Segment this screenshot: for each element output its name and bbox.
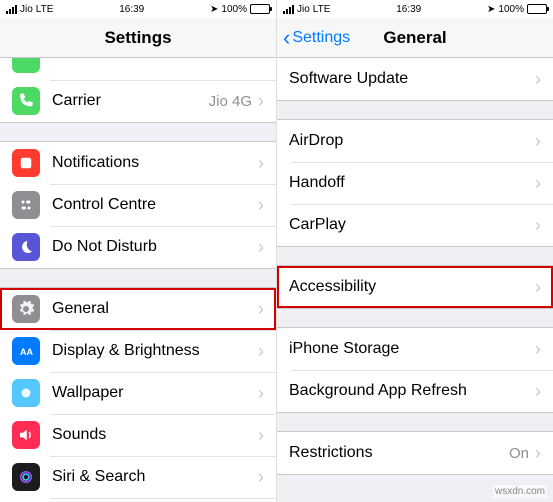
row-label: AirDrop [289,132,535,150]
gear-icon [12,295,40,323]
row-restrictions[interactable]: Restrictions On › [277,432,553,474]
notifications-icon [12,149,40,177]
network-type: LTE [36,4,54,15]
row-label: Do Not Disturb [52,238,258,256]
battery-percent: 100% [498,4,524,15]
chevron-icon: › [535,381,541,402]
row-display-brightness[interactable]: AA Display & Brightness › [0,330,276,372]
row-label: Background App Refresh [289,382,535,400]
signal-icon [6,5,17,14]
clock: 16:39 [396,4,421,15]
row-handoff[interactable]: Handoff › [277,162,553,204]
general-screen: Jio LTE 16:39 ➤ 100% ‹ Settings General … [276,0,553,502]
row-partial[interactable] [0,58,276,80]
row-touchid-passcode[interactable]: Touch ID & Passcode › [0,498,276,502]
settings-list[interactable]: Carrier Jio 4G › Notifications › Control… [0,58,276,502]
row-carrier[interactable]: Carrier Jio 4G › [0,80,276,122]
row-wallpaper[interactable]: Wallpaper › [0,372,276,414]
chevron-icon: › [258,383,264,404]
chevron-icon: › [258,237,264,258]
row-label: Siri & Search [52,468,258,486]
chevron-left-icon: ‹ [283,27,290,49]
chevron-icon: › [258,91,264,112]
row-do-not-disturb[interactable]: Do Not Disturb › [0,226,276,268]
page-title: Settings [104,28,171,48]
row-control-centre[interactable]: Control Centre › [0,184,276,226]
row-label: Wallpaper [52,384,258,402]
battery-icon [250,4,270,14]
watermark: wsxdn.com [493,485,547,498]
svg-text:AA: AA [20,347,33,357]
chevron-icon: › [535,443,541,464]
chevron-icon: › [535,69,541,90]
chevron-icon: › [535,339,541,360]
chevron-icon: › [258,467,264,488]
settings-screen: Jio LTE 16:39 ➤ 100% Settings Carrier Ji… [0,0,276,502]
chevron-icon: › [535,215,541,236]
row-label: iPhone Storage [289,340,535,358]
row-background-app-refresh[interactable]: Background App Refresh › [277,370,553,412]
chevron-icon: › [535,277,541,298]
row-label: Notifications [52,154,258,172]
status-bar: Jio LTE 16:39 ➤ 100% [277,0,553,18]
row-label: Carrier [52,92,209,110]
signal-icon [283,5,294,14]
display-icon: AA [12,337,40,365]
phone-icon [12,87,40,115]
location-icon: ➤ [210,4,218,15]
location-icon: ➤ [487,4,495,15]
row-software-update[interactable]: Software Update › [277,58,553,100]
back-button[interactable]: ‹ Settings [283,27,350,49]
row-label: Software Update [289,70,535,88]
controlcentre-icon [12,191,40,219]
chevron-icon: › [258,153,264,174]
sounds-icon [12,421,40,449]
nav-bar: ‹ Settings General [277,18,553,58]
status-bar: Jio LTE 16:39 ➤ 100% [0,0,276,18]
row-label: Display & Brightness [52,342,258,360]
row-carplay[interactable]: CarPlay › [277,204,553,246]
row-label: General [52,300,258,318]
chevron-icon: › [258,425,264,446]
row-label: Restrictions [289,444,509,462]
row-general[interactable]: General › [0,288,276,330]
back-label: Settings [292,29,350,47]
phone-icon [12,58,40,73]
row-siri-search[interactable]: Siri & Search › [0,456,276,498]
row-notifications[interactable]: Notifications › [0,142,276,184]
wallpaper-icon [12,379,40,407]
row-value: Jio 4G [209,93,252,110]
chevron-icon: › [258,195,264,216]
network-type: LTE [313,4,331,15]
row-label: CarPlay [289,216,535,234]
row-value: On [509,445,529,462]
row-label: Sounds [52,426,258,444]
carrier-name: Jio [297,4,310,15]
row-accessibility[interactable]: Accessibility › [277,266,553,308]
row-sounds[interactable]: Sounds › [0,414,276,456]
chevron-icon: › [258,299,264,320]
chevron-icon: › [258,341,264,362]
chevron-icon: › [535,131,541,152]
dnd-icon [12,233,40,261]
siri-icon [12,463,40,491]
row-airdrop[interactable]: AirDrop › [277,120,553,162]
carrier-name: Jio [20,4,33,15]
row-label: Handoff [289,174,535,192]
clock: 16:39 [119,4,144,15]
battery-percent: 100% [221,4,247,15]
row-label: Control Centre [52,196,258,214]
battery-icon [527,4,547,14]
chevron-icon: › [535,173,541,194]
row-label: Accessibility [289,278,535,296]
row-iphone-storage[interactable]: iPhone Storage › [277,328,553,370]
page-title: General [383,28,446,48]
nav-bar: Settings [0,18,276,58]
general-list[interactable]: Software Update › AirDrop › Handoff › Ca… [277,58,553,502]
